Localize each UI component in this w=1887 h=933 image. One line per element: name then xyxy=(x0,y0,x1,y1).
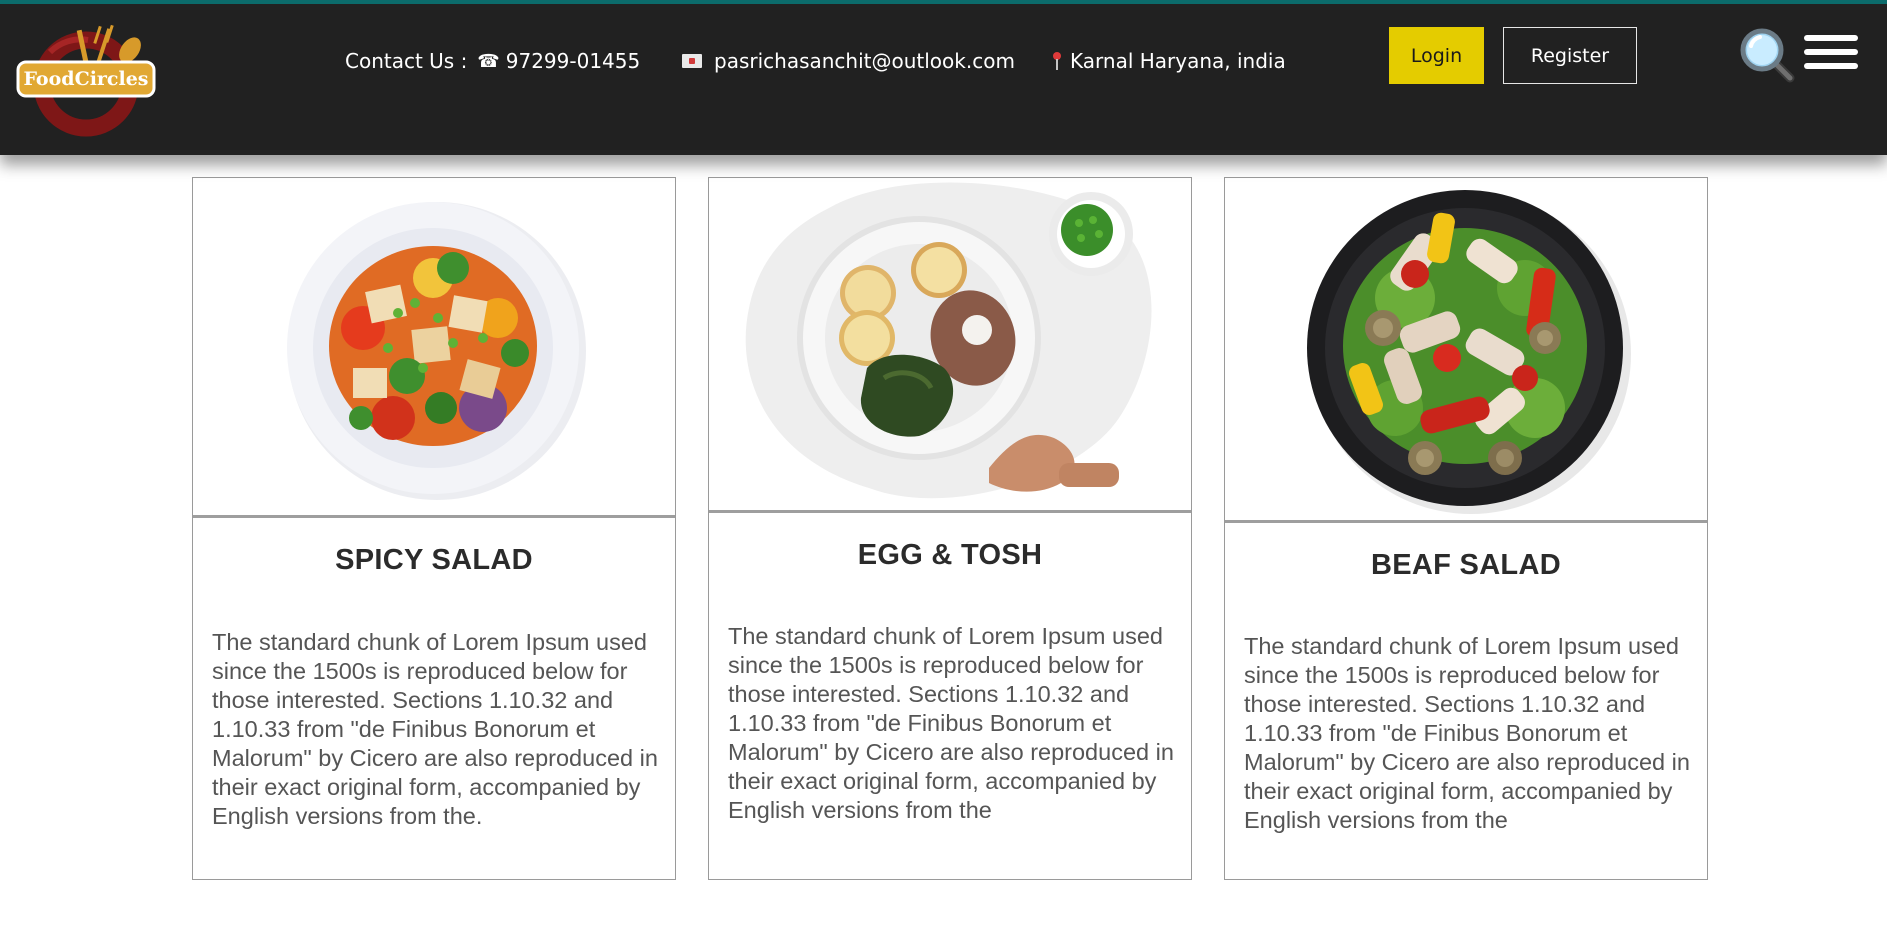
food-card[interactable]: BEAF SALAD The standard chunk of Lorem I… xyxy=(1224,177,1708,880)
search-icon[interactable] xyxy=(1738,26,1796,84)
phone-icon: ☎ xyxy=(477,50,500,72)
email-address[interactable]: pasrichasanchit@outlook.com xyxy=(714,49,1015,73)
card-title: EGG & TOSH xyxy=(857,539,1043,571)
food-card[interactable]: SPICY SALAD The standard chunk of Lorem … xyxy=(192,177,676,880)
menu-bar xyxy=(1804,35,1858,41)
menu-bar xyxy=(1804,63,1858,69)
register-button[interactable]: Register xyxy=(1503,27,1637,84)
food-card[interactable]: EGG & TOSH The standard chunk of Lorem I… xyxy=(708,177,1192,880)
contact-location: Karnal Haryana, india xyxy=(1052,46,1286,76)
foodcircles-logo[interactable]: FoodCircles xyxy=(16,22,158,144)
card-description: The standard chunk of Lorem Ipsum used s… xyxy=(728,623,1174,823)
contact-phone: Contact Us : ☎ 97299-01455 xyxy=(345,46,640,76)
card-divider xyxy=(1225,520,1707,523)
beaf-salad-image xyxy=(1225,178,1707,520)
contact-label: Contact Us : xyxy=(345,49,468,73)
phone-number[interactable]: 97299-01455 xyxy=(506,49,640,73)
card-description: The standard chunk of Lorem Ipsum used s… xyxy=(212,629,658,829)
card-title: SPICY SALAD xyxy=(335,544,533,576)
hamburger-menu-icon[interactable] xyxy=(1804,35,1858,69)
menu-bar xyxy=(1804,49,1858,55)
card-description: The standard chunk of Lorem Ipsum used s… xyxy=(1244,633,1690,833)
svg-text:FoodCircles: FoodCircles xyxy=(23,68,148,90)
spicy-salad-image xyxy=(193,178,675,515)
pin-icon xyxy=(1052,51,1062,71)
contact-email: pasrichasanchit@outlook.com xyxy=(682,46,1015,76)
card-title: BEAF SALAD xyxy=(1371,549,1561,581)
egg-and-tosh-image xyxy=(709,178,1191,510)
login-button[interactable]: Login xyxy=(1389,27,1484,84)
card-divider xyxy=(193,515,675,518)
envelope-icon xyxy=(682,54,702,68)
location-text: Karnal Haryana, india xyxy=(1070,49,1286,73)
site-header: FoodCircles Contact Us : ☎ 97299-01455 p… xyxy=(0,0,1887,155)
card-divider xyxy=(709,510,1191,513)
